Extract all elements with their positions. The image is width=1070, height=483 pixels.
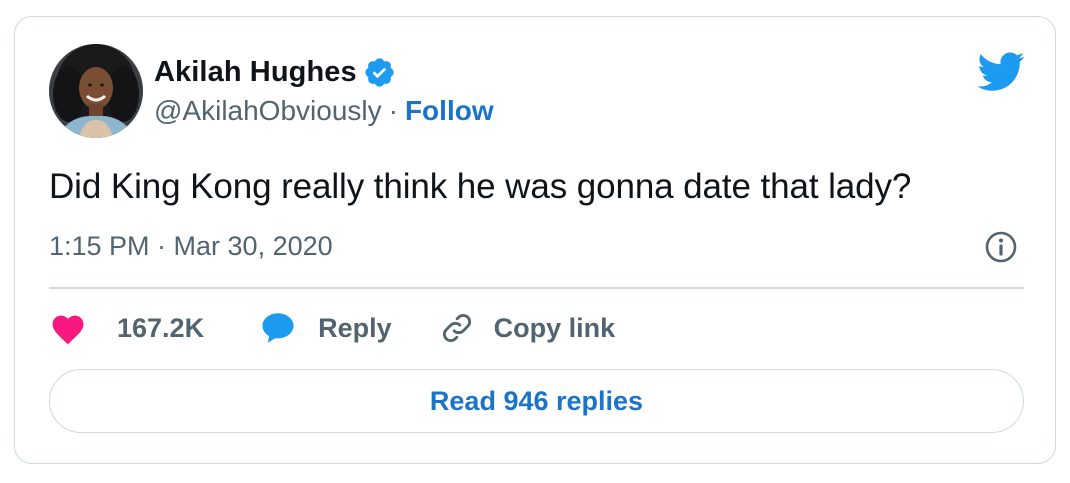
- like-button[interactable]: 167.2K: [49, 311, 204, 345]
- avatar-photo: [49, 44, 143, 138]
- author-handle-row: @AkilahObviously · Follow: [154, 94, 494, 128]
- link-icon: [442, 314, 471, 342]
- twitter-bird-icon[interactable]: [976, 52, 1026, 92]
- info-icon[interactable]: [984, 230, 1018, 264]
- verified-badge-icon: [363, 56, 396, 89]
- divider: [49, 287, 1024, 289]
- heart-icon: [52, 315, 84, 345]
- reply-button[interactable]: Reply: [260, 311, 392, 345]
- copy-link-label: Copy link: [493, 312, 616, 343]
- tweet-card: Akilah Hughes @AkilahObviously · Follow …: [14, 16, 1056, 464]
- likes-count: 167.2K: [117, 312, 205, 343]
- author-display-name[interactable]: Akilah Hughes: [154, 56, 357, 89]
- read-replies-label: Read 946 replies: [429, 385, 644, 416]
- reply-label: Reply: [318, 312, 392, 343]
- speech-bubble-icon: [262, 313, 294, 343]
- separator-dot: ·: [388, 95, 398, 126]
- action-bar: 167.2K Reply Copy link: [49, 307, 615, 349]
- follow-button[interactable]: Follow: [405, 95, 494, 127]
- copy-link-button[interactable]: Copy link: [440, 311, 616, 345]
- tweet-timestamp[interactable]: 1:15 PM · Mar 30, 2020: [49, 231, 333, 262]
- read-replies-button[interactable]: Read 946 replies: [49, 369, 1024, 433]
- author-handle[interactable]: @AkilahObviously: [154, 95, 382, 127]
- tweet-text: Did King Kong really think he was gonna …: [49, 167, 912, 206]
- avatar[interactable]: [49, 44, 143, 138]
- author-name-row: Akilah Hughes: [154, 55, 396, 89]
